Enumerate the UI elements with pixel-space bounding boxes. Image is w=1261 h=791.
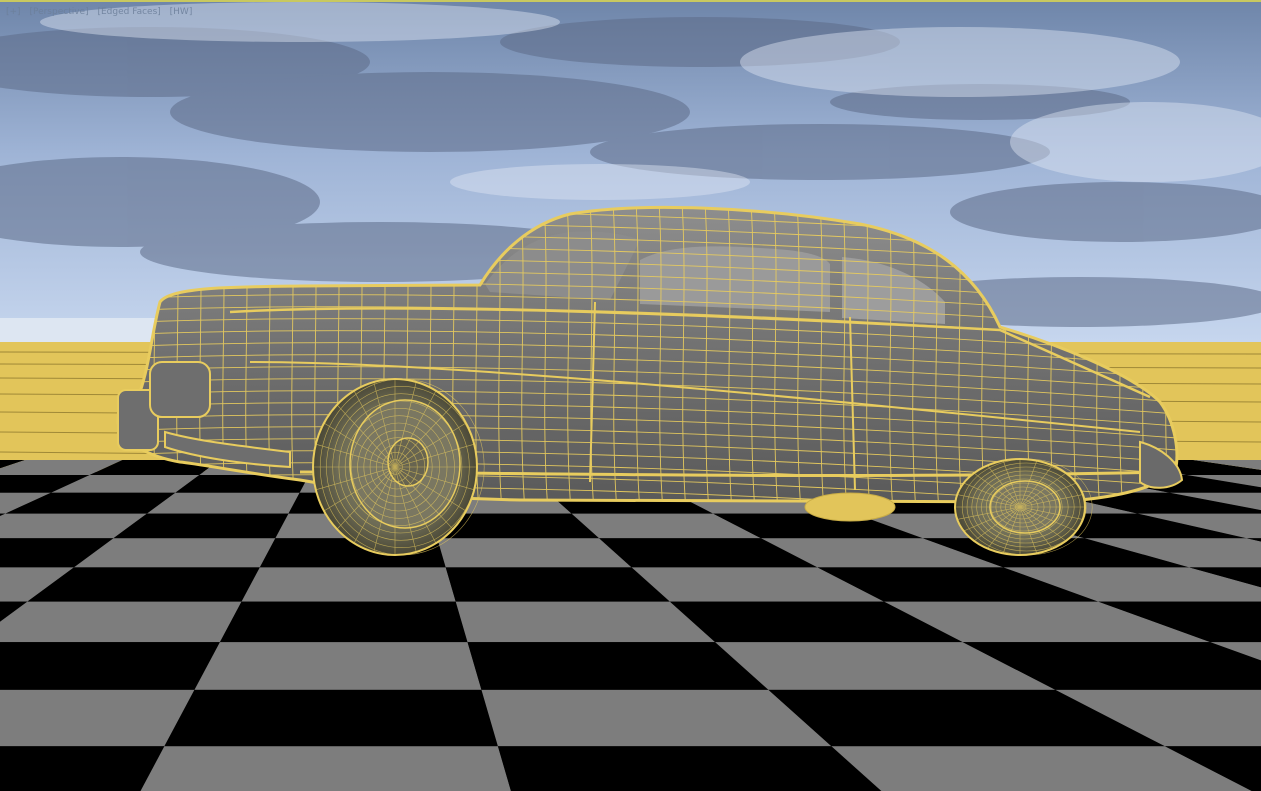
- floor-tile: [219, 601, 468, 643]
- viewport-menu-plus[interactable]: [+]: [6, 7, 21, 17]
- label-separator: [92, 7, 95, 17]
- rear-wheel-shadow: [804, 492, 896, 522]
- floor-tile: [241, 567, 456, 602]
- floor-tile: [140, 746, 511, 791]
- viewport-menu-view[interactable]: [Perspective]: [29, 7, 88, 17]
- viewport-menu-renderer[interactable]: [HW]: [170, 7, 193, 17]
- floor-tile: [0, 689, 195, 747]
- label-separator: [24, 7, 27, 17]
- floor-tile: [164, 689, 498, 747]
- floor-tile: [0, 746, 165, 791]
- floor-tile: [437, 538, 632, 568]
- floor-tile: [194, 642, 482, 690]
- viewport-label[interactable]: [+] [Perspective] [Edged Faces] [HW]: [6, 5, 192, 19]
- floor-tile: [0, 601, 242, 643]
- viewport-scene[interactable]: [0, 2, 1261, 791]
- floor-tile: [455, 601, 716, 643]
- floor-tile: [0, 642, 220, 690]
- side-window-front: [640, 246, 830, 312]
- label-separator: [164, 7, 167, 17]
- viewport-menu-shading[interactable]: [Edged Faces]: [97, 7, 160, 17]
- floor-tile: [445, 567, 670, 602]
- perspective-viewport[interactable]: [+] [Perspective] [Edged Faces] [HW]: [0, 0, 1261, 791]
